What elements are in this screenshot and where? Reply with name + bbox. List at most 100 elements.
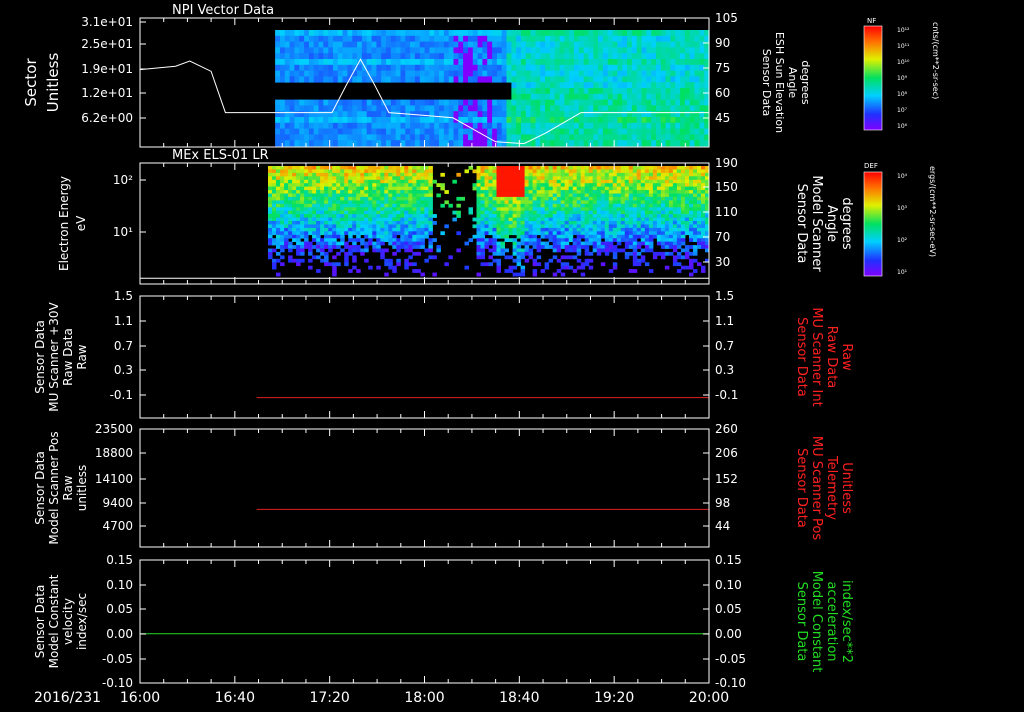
heatmap-cell bbox=[578, 122, 585, 129]
heatmap-cell bbox=[520, 227, 526, 232]
heatmap-cell bbox=[675, 76, 681, 83]
heatmap-cell bbox=[627, 99, 633, 106]
heatmap-cell bbox=[520, 248, 526, 253]
heatmap-cell bbox=[420, 186, 425, 191]
heatmap-cell bbox=[312, 196, 317, 201]
heatmap-cell bbox=[332, 238, 337, 242]
heatmap-cell bbox=[544, 193, 550, 198]
heatmap-cell bbox=[347, 111, 353, 118]
heatmap-cell bbox=[344, 231, 349, 236]
heatmap-cell bbox=[308, 231, 313, 236]
heatmap-cell bbox=[400, 234, 405, 239]
heatmap-cell bbox=[412, 251, 417, 256]
heatmap-cell bbox=[574, 82, 580, 89]
heatmap-cell bbox=[511, 82, 517, 89]
heatmap-cell bbox=[598, 93, 604, 100]
heatmap-cell bbox=[368, 190, 373, 194]
heatmap-cell bbox=[701, 203, 706, 208]
heatmap-cell bbox=[275, 105, 281, 112]
heatmap-cell bbox=[600, 179, 606, 184]
heatmap-cell bbox=[332, 214, 337, 218]
heatmap-cell bbox=[396, 245, 401, 249]
heatmap-cell bbox=[294, 134, 300, 141]
heatmap-cell bbox=[646, 122, 652, 129]
heatmap-cell bbox=[468, 128, 474, 135]
heatmap-cell bbox=[689, 214, 694, 218]
heatmap-cell bbox=[496, 183, 501, 187]
heatmap-cell bbox=[600, 221, 606, 225]
heatmap-cell bbox=[268, 186, 273, 191]
heatmap-cell bbox=[548, 193, 554, 198]
heatmap-cell bbox=[400, 210, 405, 215]
heatmap-cell bbox=[429, 140, 435, 147]
heatmap-cell bbox=[588, 214, 594, 218]
heatmap-cell bbox=[414, 59, 421, 66]
heatmap-cell bbox=[288, 207, 293, 212]
heatmap-cell bbox=[280, 47, 286, 54]
heatmap-cell bbox=[323, 76, 329, 83]
heatmap-cell bbox=[612, 105, 618, 112]
heatmap-cell bbox=[501, 128, 508, 135]
heatmap-cell bbox=[496, 166, 501, 170]
heatmap-cell bbox=[392, 265, 397, 270]
heatmap-cell bbox=[292, 176, 297, 181]
heatmap-cell bbox=[552, 166, 558, 170]
heatmap-cell bbox=[689, 169, 694, 174]
heatmap-cell bbox=[280, 245, 285, 249]
heatmap-cell bbox=[680, 186, 686, 191]
heatmap-cell bbox=[604, 203, 610, 208]
heatmap-cell bbox=[576, 193, 582, 198]
heatmap-cell bbox=[592, 196, 598, 201]
heatmap-cell bbox=[504, 269, 509, 273]
heatmap-cell bbox=[604, 245, 610, 249]
heatmap-cell bbox=[308, 224, 313, 229]
heatmap-cell bbox=[472, 30, 479, 37]
heatmap-cell bbox=[328, 169, 333, 174]
heatmap-cell bbox=[360, 193, 365, 198]
heatmap-cell bbox=[372, 196, 377, 201]
heatmap-cell bbox=[289, 35, 295, 42]
heatmap-cell bbox=[347, 35, 353, 42]
heatmap-cell bbox=[684, 179, 690, 184]
heatmap-cell bbox=[697, 200, 702, 205]
els-title: MEx ELS-01 LR bbox=[172, 148, 269, 163]
heatmap-cell bbox=[592, 186, 598, 191]
heatmap-cell bbox=[540, 169, 546, 174]
heatmap-cell bbox=[289, 30, 295, 37]
heatmap-cell bbox=[337, 53, 344, 60]
heatmap-cell bbox=[636, 207, 642, 212]
heatmap-cell bbox=[608, 238, 614, 242]
heatmap-cell bbox=[588, 258, 594, 263]
heatmap-cell bbox=[412, 231, 417, 236]
heatmap-cell bbox=[420, 245, 425, 249]
heatmap-cell bbox=[607, 30, 614, 37]
heatmap-cell bbox=[482, 111, 488, 118]
heatmap-cell bbox=[680, 190, 686, 194]
heatmap-cell bbox=[352, 172, 357, 177]
heatmap-cell bbox=[689, 203, 694, 208]
heatmap-cell bbox=[448, 140, 455, 147]
heatmap-cell bbox=[574, 47, 580, 54]
heatmap-cell bbox=[312, 255, 317, 260]
heatmap-cell bbox=[516, 190, 522, 194]
heatmap-cell bbox=[627, 70, 633, 77]
heatmap-cell bbox=[693, 231, 698, 236]
heatmap-cell bbox=[632, 203, 638, 208]
heatmap-cell bbox=[620, 227, 626, 232]
heatmap-cell bbox=[641, 140, 647, 147]
heatmap-cell bbox=[284, 245, 289, 249]
heatmap-cell bbox=[675, 93, 681, 100]
heatmap-cell bbox=[632, 179, 638, 184]
heatmap-cell bbox=[656, 117, 662, 124]
heatmap-cell bbox=[665, 70, 671, 77]
heatmap-cell bbox=[360, 176, 365, 181]
heatmap-cell bbox=[453, 99, 459, 106]
heatmap-cell bbox=[598, 30, 604, 37]
heatmap-cell bbox=[308, 59, 315, 66]
heatmap-cell bbox=[576, 217, 582, 222]
heatmap-cell bbox=[627, 59, 633, 66]
y-axis-label: Sector bbox=[22, 58, 40, 107]
heatmap-cell bbox=[344, 203, 349, 208]
heatmap-cell bbox=[554, 117, 561, 124]
heatmap-cell bbox=[312, 217, 317, 222]
